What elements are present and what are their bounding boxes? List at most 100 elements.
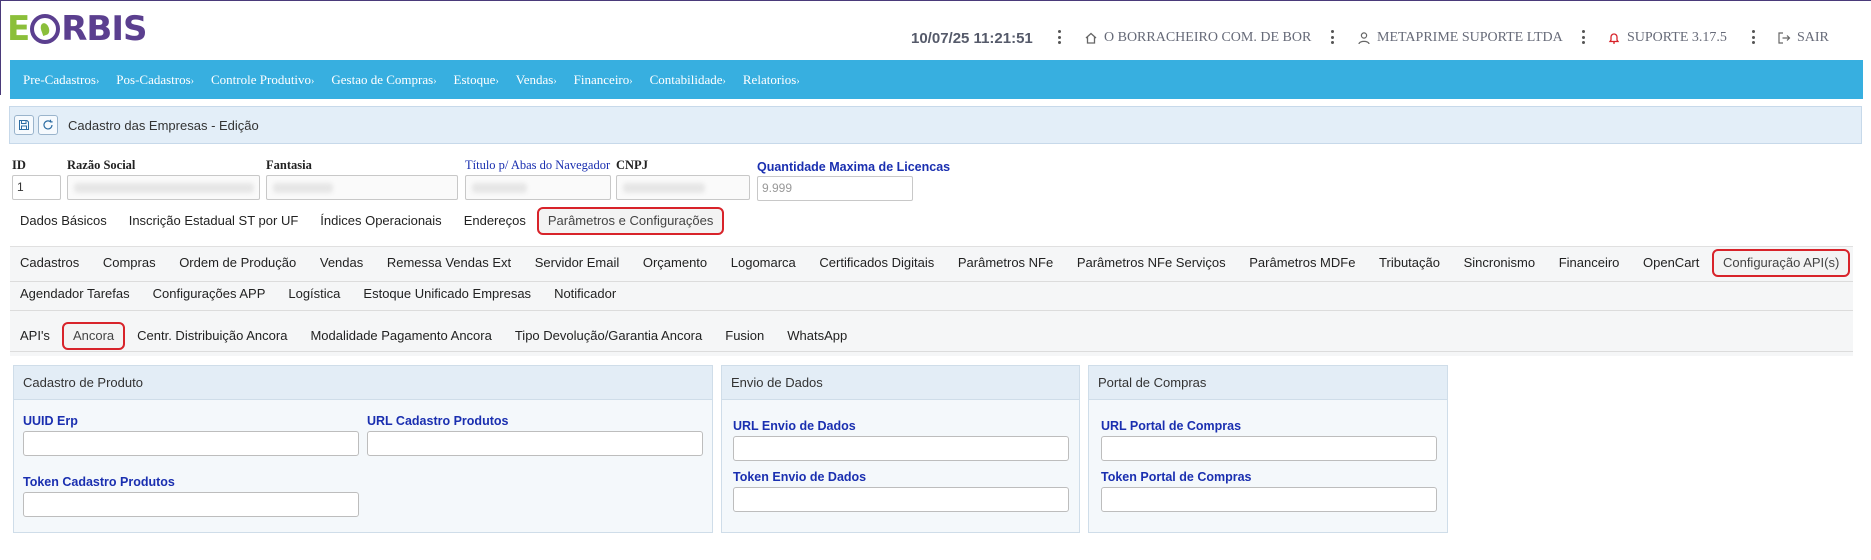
version-label: SUPORTE 3.17.5 xyxy=(1627,30,1727,45)
eorbis-logo[interactable]: E RBIS xyxy=(7,9,147,49)
tab-dados-basicos[interactable]: Dados Básicos xyxy=(10,208,117,234)
panel-title: Cadastro de Produto xyxy=(14,366,712,400)
chevron-right-icon: › xyxy=(553,75,557,87)
tab-notificador[interactable]: Notificador xyxy=(544,281,626,307)
uuid-erp-label: UUID Erp xyxy=(23,414,78,428)
tab-modalidade-pagamento-ancora[interactable]: Modalidade Pagamento Ancora xyxy=(300,323,501,349)
tab-remessa-vendas-ext[interactable]: Remessa Vendas Ext xyxy=(377,250,521,276)
more-vert-icon[interactable] xyxy=(1750,27,1756,47)
logout-label: SAIR xyxy=(1797,30,1829,45)
tab-tipo-devolucao-garantia-ancora[interactable]: Tipo Devolução/Garantia Ancora xyxy=(505,323,712,349)
blurred-value xyxy=(472,183,527,193)
tab-agendador-tarefas[interactable]: Agendador Tarefas xyxy=(10,281,140,307)
cnpj-input[interactable] xyxy=(616,175,750,200)
panel-title: Envio de Dados xyxy=(722,366,1079,400)
url-portal-compras-input[interactable] xyxy=(1101,436,1437,461)
token-envio-dados-label: Token Envio de Dados xyxy=(733,470,867,484)
tab-servidor-email[interactable]: Servidor Email xyxy=(525,250,630,276)
tab-cadastros[interactable]: Cadastros xyxy=(10,250,89,276)
chevron-right-icon: › xyxy=(796,75,800,87)
menu-item-controle-produtivo[interactable]: Controle Produtivo› xyxy=(211,72,323,88)
tab-ancora[interactable]: Ancora xyxy=(61,322,126,350)
user-menu[interactable]: METAPRIME SUPORTE LTDA xyxy=(1357,27,1563,49)
tab-parametros-e-configuracoes[interactable]: Parâmetros e Configurações xyxy=(536,207,725,235)
session-datetime: 10/07/25 11:21:51 xyxy=(911,29,1033,47)
cnpj-label: CNPJ xyxy=(616,158,648,172)
menu-item-label: Vendas xyxy=(515,71,554,87)
tab-centr-distribuicao-ancora[interactable]: Centr. Distribuição Ancora xyxy=(127,323,297,349)
uuid-erp-input[interactable] xyxy=(23,431,359,456)
tab-parametros-nfe[interactable]: Parâmetros NFe xyxy=(948,250,1063,276)
refresh-button[interactable] xyxy=(38,115,58,135)
tab-configuracoes-app[interactable]: Configurações APP xyxy=(143,281,276,307)
menu-item-pos-cadastros[interactable]: Pos-Cadastros› xyxy=(116,72,203,88)
panel-cadastro-produto: Cadastro de Produto UUID Erp URL Cadastr… xyxy=(13,365,713,533)
chevron-right-icon: › xyxy=(311,75,315,87)
tab-api-s[interactable]: API's xyxy=(10,323,60,349)
tab-parametros-nfe-servicos[interactable]: Parâmetros NFe Serviços xyxy=(1067,250,1236,276)
page-title: Cadastro das Empresas - Edição xyxy=(68,117,259,133)
menu-item-contabilidade[interactable]: Contabilidade› xyxy=(650,72,735,88)
titulo-abas-input[interactable] xyxy=(465,175,611,200)
tab-orcamento[interactable]: Orçamento xyxy=(633,250,717,276)
chevron-right-icon: › xyxy=(95,75,100,87)
tab-certificados-digitais[interactable]: Certificados Digitais xyxy=(809,250,944,276)
token-portal-compras-label: Token Portal de Compras xyxy=(1101,470,1252,484)
url-cadastro-produtos-input[interactable] xyxy=(367,431,703,456)
url-portal-compras-label: URL Portal de Compras xyxy=(1101,419,1242,433)
menu-item-label: Contabilidade xyxy=(649,71,723,87)
tab-estoque-unificado-empresas[interactable]: Estoque Unificado Empresas xyxy=(353,281,541,307)
menu-item-estoque[interactable]: Estoque› xyxy=(454,72,508,88)
tab-vendas[interactable]: Vendas xyxy=(310,250,373,276)
tab-logistica[interactable]: Logística xyxy=(278,281,350,307)
refresh-icon xyxy=(43,119,53,130)
tab-logomarca[interactable]: Logomarca xyxy=(721,250,806,276)
tab-opencart[interactable]: OpenCart xyxy=(1633,250,1709,276)
blurred-value xyxy=(74,183,254,193)
token-envio-dados-input[interactable] xyxy=(733,487,1069,512)
tab-ordem-de-producao[interactable]: Ordem de Produção xyxy=(169,250,306,276)
url-envio-dados-label: URL Envio de Dados xyxy=(733,419,856,433)
menu-item-vendas[interactable]: Vendas› xyxy=(516,72,566,88)
tab-inscricao-estadual-st-por-uf[interactable]: Inscrição Estadual ST por UF xyxy=(119,208,309,234)
tab-parametros-mdfe[interactable]: Parâmetros MDFe xyxy=(1239,250,1365,276)
tab-compras[interactable]: Compras xyxy=(93,250,166,276)
menu-item-label: Financeiro xyxy=(573,71,630,87)
logout-button[interactable]: SAIR xyxy=(1777,27,1829,49)
fantasia-input[interactable] xyxy=(266,175,458,200)
tab-sincronismo[interactable]: Sincronismo xyxy=(1454,250,1546,276)
token-portal-compras-input[interactable] xyxy=(1101,487,1437,512)
tab-tributacao[interactable]: Tributação xyxy=(1369,250,1450,276)
save-button[interactable] xyxy=(14,115,34,135)
more-vert-icon[interactable] xyxy=(1580,27,1586,47)
id-input[interactable]: 1 xyxy=(12,175,61,200)
tab-whatsapp[interactable]: WhatsApp xyxy=(777,323,857,349)
menu-item-label: Controle Produtivo xyxy=(211,71,312,87)
fantasia-label: Fantasia xyxy=(266,158,312,172)
menu-item-financeiro[interactable]: Financeiro› xyxy=(574,72,642,88)
menu-item-pre-cadastros[interactable]: Pre-Cadastros› xyxy=(23,72,108,88)
tab-configuracao-api-s[interactable]: Configuração API(s) xyxy=(1711,249,1851,277)
blurred-value xyxy=(623,183,705,193)
tab-fusion[interactable]: Fusion xyxy=(715,323,774,349)
more-vert-icon[interactable] xyxy=(1329,27,1335,47)
token-cadastro-produtos-input[interactable] xyxy=(23,492,359,517)
chevron-right-icon: › xyxy=(495,75,499,87)
menu-item-label: Relatorios xyxy=(742,71,797,87)
titulo-abas-label: Título p/ Abas do Navegador xyxy=(465,158,611,172)
tab-divider xyxy=(10,351,1853,352)
razao-social-input[interactable] xyxy=(67,175,260,200)
bell-icon xyxy=(1608,33,1620,44)
licencas-input[interactable]: 9.999 xyxy=(757,176,913,201)
tab-divider xyxy=(10,310,1853,311)
chevron-right-icon: › xyxy=(722,75,726,87)
tab-indices-operacionais[interactable]: Índices Operacionais xyxy=(310,208,451,234)
tab-enderecos[interactable]: Endereços xyxy=(454,208,536,234)
tab-financeiro[interactable]: Financeiro xyxy=(1549,250,1630,276)
more-vert-icon[interactable] xyxy=(1056,27,1062,47)
url-envio-dados-input[interactable] xyxy=(733,436,1069,461)
store-selector[interactable]: O BORRACHEIRO COM. DE BOR xyxy=(1084,27,1311,49)
menu-item-gestao-de-compras[interactable]: Gestao de Compras› xyxy=(331,72,445,88)
notifications-menu[interactable]: SUPORTE 3.17.5 xyxy=(1607,27,1727,49)
menu-item-relatorios[interactable]: Relatorios› xyxy=(743,72,809,88)
